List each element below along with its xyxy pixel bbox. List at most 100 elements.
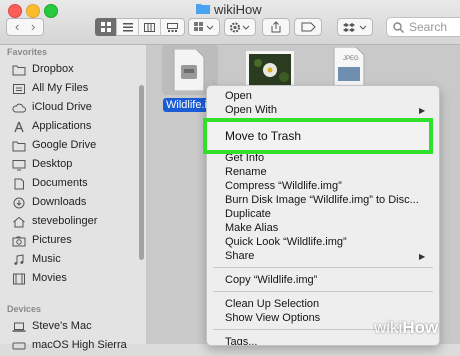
menu-item-copy[interactable]: Copy “Wildlife.img” bbox=[225, 274, 317, 286]
menu-separator bbox=[213, 291, 433, 292]
sidebar-item-music[interactable]: Music bbox=[0, 251, 140, 270]
back-icon[interactable]: ‹ bbox=[15, 19, 19, 34]
menu-item-clean-up-selection[interactable]: Clean Up Selection bbox=[225, 298, 319, 310]
tags-button[interactable] bbox=[294, 18, 322, 36]
image-file-item[interactable] bbox=[246, 51, 294, 89]
film-icon bbox=[13, 273, 25, 285]
sidebar-item-label: Pictures bbox=[32, 234, 72, 246]
sidebar-item-movies[interactable]: Movies bbox=[0, 270, 140, 289]
watermark-prefix: wiki bbox=[374, 318, 403, 337]
sidebar-item-macos-disk[interactable]: macOS High Sierra bbox=[0, 337, 140, 356]
downloads-icon bbox=[13, 197, 25, 209]
sidebar-item-documents[interactable]: Documents bbox=[0, 175, 140, 194]
disk-image-icon bbox=[173, 49, 205, 91]
menu-item-make-alias[interactable]: Make Alias bbox=[225, 222, 278, 234]
sidebar-item-downloads[interactable]: Downloads bbox=[0, 194, 140, 213]
icon-view-button[interactable] bbox=[95, 18, 117, 36]
folder-icon bbox=[196, 4, 210, 14]
menu-item-burn[interactable]: Burn Disk Image “Wildlife.img” to Disc..… bbox=[225, 194, 419, 206]
submenu-arrow-icon: ▶ bbox=[419, 106, 426, 115]
submenu-arrow-icon: ▶ bbox=[419, 252, 426, 261]
devices-heading: Devices bbox=[7, 304, 42, 314]
sidebar-item-steves-mac[interactable]: Steve's Mac bbox=[0, 318, 140, 337]
menu-item-move-to-trash[interactable]: Move to Trash bbox=[225, 129, 301, 143]
camera-icon bbox=[12, 236, 26, 247]
list-view-button[interactable] bbox=[117, 18, 139, 36]
sidebar-scrollbar[interactable] bbox=[139, 85, 144, 260]
sidebar-item-label: Google Drive bbox=[32, 139, 97, 151]
sidebar-item-pictures[interactable]: Pictures bbox=[0, 232, 140, 251]
disk-icon bbox=[12, 342, 26, 350]
wikihow-watermark: wikiHow bbox=[374, 318, 438, 338]
move-to-trash-highlight[interactable]: Move to Trash bbox=[203, 118, 433, 154]
zoom-window-button[interactable] bbox=[44, 4, 58, 18]
sidebar-item-icloud-drive[interactable]: iCloud Drive bbox=[0, 99, 140, 118]
laptop-icon bbox=[12, 322, 26, 332]
sidebar-item-label: Applications bbox=[32, 120, 92, 132]
music-icon bbox=[14, 254, 24, 265]
group-icon bbox=[194, 22, 214, 31]
sidebar-item-label: Downloads bbox=[32, 196, 87, 208]
toolbar: wikiHow ‹ › Search bbox=[0, 0, 460, 45]
menu-separator bbox=[213, 267, 433, 268]
sidebar-item-dropbox[interactable]: Dropbox bbox=[0, 61, 140, 80]
search-placeholder: Search bbox=[409, 20, 448, 34]
action-button[interactable] bbox=[224, 18, 256, 36]
sidebar-item-home[interactable]: stevebolinger bbox=[0, 213, 140, 232]
sidebar: Favorites Dropbox All My Files iCloud Dr… bbox=[0, 45, 146, 351]
sidebar-item-label: Desktop bbox=[32, 158, 73, 170]
files-icon bbox=[13, 84, 25, 94]
search-field[interactable]: Search bbox=[386, 17, 460, 37]
sidebar-item-label: Music bbox=[32, 253, 61, 265]
sidebar-item-all-my-files[interactable]: All My Files bbox=[0, 80, 140, 99]
menu-item-rename[interactable]: Rename bbox=[225, 166, 267, 178]
dropbox-icon bbox=[343, 23, 367, 32]
cloud-icon bbox=[12, 103, 26, 113]
search-icon bbox=[393, 22, 404, 33]
close-window-button[interactable] bbox=[8, 4, 22, 18]
folder-icon bbox=[12, 141, 26, 152]
back-forward-group: ‹ › bbox=[6, 18, 44, 36]
image-thumbnail bbox=[246, 51, 294, 89]
documents-icon bbox=[14, 178, 24, 190]
folder-icon bbox=[12, 65, 26, 76]
share-button[interactable] bbox=[262, 18, 290, 36]
menu-item-share[interactable]: Share bbox=[225, 250, 254, 262]
watermark-suffix: How bbox=[402, 318, 439, 337]
menu-item-open-with[interactable]: Open With bbox=[225, 104, 277, 116]
desktop-icon bbox=[12, 160, 26, 171]
menu-item-show-view-options[interactable]: Show View Options bbox=[225, 312, 320, 324]
forward-icon[interactable]: › bbox=[31, 19, 35, 34]
sidebar-item-label: Documents bbox=[32, 177, 88, 189]
sidebar-item-label: Dropbox bbox=[32, 63, 74, 75]
sidebar-item-label: All My Files bbox=[32, 82, 89, 94]
sidebar-item-google-drive[interactable]: Google Drive bbox=[0, 137, 140, 156]
tag-icon bbox=[301, 22, 316, 32]
sidebar-item-label: stevebolinger bbox=[32, 215, 98, 227]
home-icon bbox=[13, 216, 25, 228]
share-icon bbox=[271, 21, 281, 33]
columns-icon bbox=[144, 22, 155, 32]
favorites-heading: Favorites bbox=[7, 47, 48, 57]
sidebar-item-desktop[interactable]: Desktop bbox=[0, 156, 140, 175]
file-type-tag: JPEG bbox=[343, 56, 359, 62]
menu-item-compress[interactable]: Compress “Wildlife.img” bbox=[225, 180, 342, 192]
sidebar-item-label: Movies bbox=[32, 272, 67, 284]
menu-item-quick-look[interactable]: Quick Look “Wildlife.img” bbox=[225, 236, 347, 248]
dropbox-button[interactable] bbox=[337, 18, 373, 36]
menu-item-duplicate[interactable]: Duplicate bbox=[225, 208, 271, 220]
sidebar-item-label: iCloud Drive bbox=[32, 101, 92, 113]
list-icon bbox=[122, 22, 133, 31]
column-view-button[interactable] bbox=[139, 18, 161, 36]
gallery-view-button[interactable] bbox=[161, 18, 183, 36]
menu-item-tags[interactable]: Tags... bbox=[225, 336, 257, 345]
grid-icon bbox=[100, 22, 111, 32]
menu-item-open[interactable]: Open bbox=[225, 90, 252, 102]
gallery-icon bbox=[166, 22, 178, 32]
group-button[interactable] bbox=[188, 18, 220, 36]
sidebar-item-label: Steve's Mac bbox=[32, 320, 92, 332]
window-title: wikiHow bbox=[214, 2, 262, 17]
sidebar-item-applications[interactable]: Applications bbox=[0, 118, 140, 137]
minimize-window-button[interactable] bbox=[26, 4, 40, 18]
sidebar-item-label: macOS High Sierra bbox=[32, 339, 127, 351]
